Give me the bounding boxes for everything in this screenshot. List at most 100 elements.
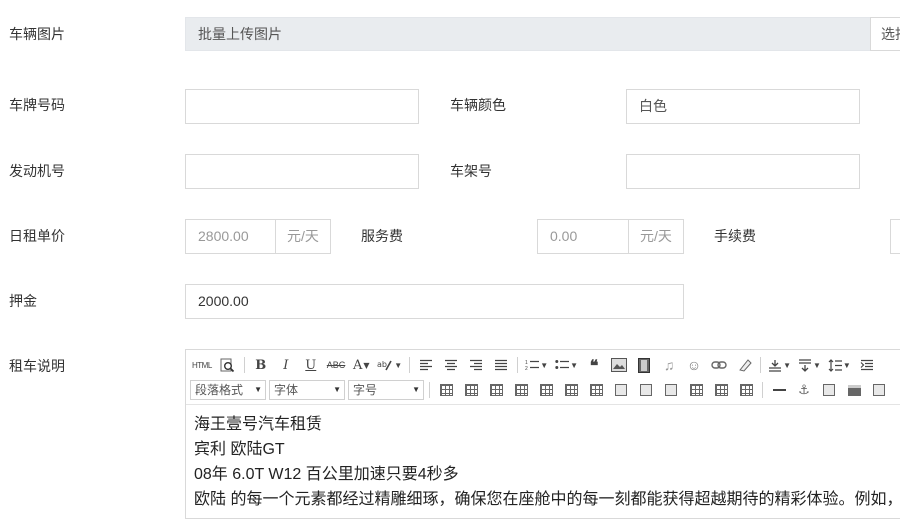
content-line: 宾利 欧陆GT <box>194 441 285 458</box>
toolbar-separator <box>762 382 763 398</box>
plate-number-input[interactable] <box>185 89 419 124</box>
deposit-label: 押金 <box>9 293 37 309</box>
font-family-label: 字体 <box>274 383 299 397</box>
svg-text:2: 2 <box>525 366 528 371</box>
html-source-button[interactable]: HTML <box>190 355 214 375</box>
align-center-button[interactable] <box>440 355 462 375</box>
insert-column-icon <box>539 384 553 396</box>
daily-rent-label: 日租单价 <box>9 228 65 244</box>
editor-content[interactable]: 海王壹号汽车租赁 宾利 欧陆GT 08年 6.0T W12 百公里加速只要4秒多… <box>194 412 900 512</box>
plate-number-label: 车牌号码 <box>9 97 65 113</box>
toolbar-separator <box>409 357 411 373</box>
table-properties-icon <box>464 384 478 396</box>
merge-cells-button[interactable] <box>610 380 632 400</box>
align-justify-button[interactable] <box>490 355 512 375</box>
row-spacing-bottom-button[interactable]: ▼ <box>796 355 823 375</box>
eraser-button[interactable] <box>733 355 755 375</box>
delete-row-icon <box>564 384 578 396</box>
svg-text:ab: ab <box>377 360 387 369</box>
content-line: 欧陆 的每一个元素都经过精雕细琢，确保您在座舱中的每一刻都能获得超越期待的精彩体… <box>194 491 900 508</box>
frame-number-label: 车架号 <box>450 163 492 179</box>
align-right-button[interactable] <box>465 355 487 375</box>
calendar-icon <box>823 384 835 396</box>
align-left-button[interactable] <box>415 355 437 375</box>
highlight-button[interactable]: ab ▼ <box>375 355 404 375</box>
line-height-button[interactable]: ▼ <box>826 355 853 375</box>
film-icon <box>638 357 651 373</box>
toolbar-separator <box>243 357 245 373</box>
emotion-button[interactable]: ☺ <box>683 355 705 375</box>
delete-column-button[interactable] <box>585 380 607 400</box>
horizontal-rule-button[interactable] <box>768 380 790 400</box>
ordered-list-button[interactable]: 1 2 ▼ <box>523 355 550 375</box>
print-button[interactable] <box>843 380 865 400</box>
font-size-select[interactable]: 字号 ▼ <box>348 380 424 400</box>
italic-button[interactable]: I <box>275 355 297 375</box>
preview-zoom-button[interactable] <box>217 355 239 375</box>
frame-number-input[interactable] <box>626 154 860 189</box>
merge-down-button[interactable] <box>660 380 682 400</box>
split-columns-button[interactable] <box>735 380 757 400</box>
font-color-label: A <box>353 357 363 373</box>
select-file-button[interactable]: 选择 <box>870 17 900 51</box>
font-family-select[interactable]: 字体 ▼ <box>269 380 345 400</box>
insert-video-button[interactable] <box>633 355 655 375</box>
vehicle-images-label: 车辆图片 <box>9 26 65 42</box>
align-justify-icon <box>495 359 508 371</box>
service-fee-input[interactable]: 0.00 <box>537 219 629 254</box>
content-line: 海王壹号汽车租赁 <box>194 416 323 433</box>
paragraph-format-select[interactable]: 段落格式 ▼ <box>190 380 266 400</box>
blockquote-button[interactable]: ❝ <box>583 355 605 375</box>
anchor-icon: ⚓ <box>798 382 810 397</box>
image-icon <box>611 358 628 372</box>
insert-image-button[interactable] <box>608 355 630 375</box>
batch-upload-field[interactable]: 批量上传图片 <box>185 17 871 51</box>
engine-number-label: 发动机号 <box>9 163 65 179</box>
vehicle-color-input[interactable]: 白色 <box>626 89 860 124</box>
insert-music-button[interactable]: ♫ <box>658 355 680 375</box>
caret-down-icon: ▼ <box>570 360 579 370</box>
delete-column-icon <box>589 384 603 396</box>
unordered-list-button[interactable]: ▼ <box>553 355 580 375</box>
split-cells-button[interactable] <box>685 380 707 400</box>
toolbar-separator <box>517 357 519 373</box>
paste-plain-button[interactable] <box>868 380 890 400</box>
handling-fee-input[interactable] <box>890 219 900 254</box>
bold-button[interactable]: B <box>250 355 272 375</box>
caret-down-icon: ▼ <box>842 360 851 370</box>
insert-table-button[interactable] <box>435 380 457 400</box>
delete-row-button[interactable] <box>560 380 582 400</box>
content-line: 08年 6.0T W12 百公里加速只要4秒多 <box>194 466 459 483</box>
insert-column-button[interactable] <box>535 380 557 400</box>
merge-right-button[interactable] <box>635 380 657 400</box>
split-columns-icon <box>739 384 753 396</box>
music-note-icon: ♫ <box>663 357 675 373</box>
merge-down-icon <box>665 384 677 396</box>
anchor-button[interactable]: ⚓ <box>793 380 815 400</box>
daily-rent-input[interactable]: 2800.00 <box>185 219 276 254</box>
insert-row-button[interactable] <box>510 380 532 400</box>
link-button[interactable] <box>708 355 730 375</box>
table-icon <box>439 384 453 396</box>
table-properties-button[interactable] <box>460 380 482 400</box>
merge-right-icon <box>640 384 652 396</box>
split-cells-icon <box>689 384 703 396</box>
service-fee-unit: 元/天 <box>628 219 684 254</box>
engine-number-input[interactable] <box>185 154 419 189</box>
indent-button[interactable] <box>856 355 878 375</box>
rich-text-editor[interactable]: HTML B I U ABC A ▼ ab ▼ 1 2 ▼ ▼ ❝ ♫ ☺ ▼ … <box>185 349 900 519</box>
insert-date-button[interactable] <box>818 380 840 400</box>
deposit-input[interactable]: 2000.00 <box>185 284 684 319</box>
row-spacing-top-button[interactable]: ▼ <box>766 355 793 375</box>
strikethrough-button[interactable]: ABC <box>325 355 348 375</box>
service-fee-label: 服务费 <box>361 228 403 244</box>
caption-icon <box>489 384 503 396</box>
paragraph-format-label: 段落格式 <box>195 383 244 397</box>
insert-caption-button[interactable] <box>485 380 507 400</box>
split-rows-button[interactable] <box>710 380 732 400</box>
eraser-icon <box>738 359 752 372</box>
underline-button[interactable]: U <box>300 355 322 375</box>
line-height-icon <box>828 358 842 372</box>
font-color-button[interactable]: A ▼ <box>350 355 372 375</box>
toolbar-separator <box>760 357 762 373</box>
